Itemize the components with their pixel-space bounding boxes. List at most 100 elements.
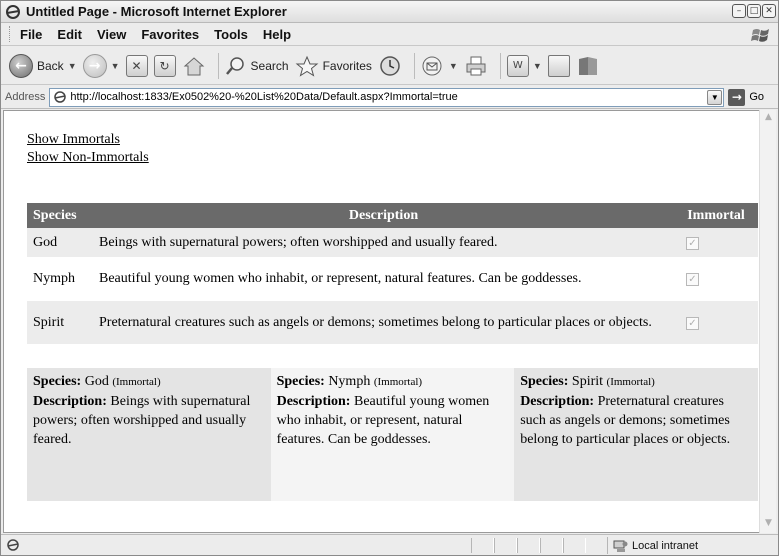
discuss-button[interactable] bbox=[547, 54, 570, 77]
scroll-up-icon[interactable]: ▲ bbox=[762, 112, 775, 125]
refresh-button[interactable]: ↻ bbox=[153, 54, 176, 77]
back-dropdown-icon[interactable]: ▼ bbox=[68, 61, 77, 71]
internet-explorer-icon bbox=[6, 4, 20, 19]
show-immortals-link[interactable]: Show Immortals bbox=[27, 132, 120, 148]
mail-button[interactable]: ▼ bbox=[421, 55, 458, 77]
edit-dropdown-icon[interactable]: ▼ bbox=[533, 61, 542, 71]
zone-label: Local intranet bbox=[632, 539, 699, 552]
refresh-icon: ↻ bbox=[153, 54, 176, 77]
mail-icon bbox=[422, 56, 442, 75]
history-button[interactable] bbox=[378, 54, 402, 78]
forward-dropdown-icon[interactable]: ▼ bbox=[111, 61, 120, 71]
status-pane bbox=[494, 538, 517, 553]
address-label: Address bbox=[5, 91, 46, 103]
print-button[interactable] bbox=[464, 55, 488, 77]
local-intranet-icon bbox=[613, 540, 628, 552]
species-label: Species: bbox=[520, 374, 569, 389]
grid-header-species: Species bbox=[27, 203, 93, 228]
immortal-tag: (Immortal) bbox=[373, 376, 423, 388]
back-arrow-icon: ← bbox=[9, 53, 33, 78]
research-button[interactable] bbox=[576, 55, 600, 77]
browser-window: Untitled Page - Microsoft Internet Explo… bbox=[0, 0, 779, 556]
grid-cell-immortal: ✓ bbox=[674, 301, 758, 344]
description-label: Description: bbox=[276, 394, 351, 409]
status-pane bbox=[471, 538, 494, 553]
immortal-checkbox: ✓ bbox=[686, 316, 699, 330]
immortal-checkbox: ✓ bbox=[686, 236, 699, 250]
table-row: God Beings with supernatural powers; oft… bbox=[27, 228, 758, 257]
toolbar-separator bbox=[499, 52, 501, 79]
description-label: Description: bbox=[520, 394, 595, 409]
stop-button[interactable]: ✕ bbox=[125, 54, 148, 77]
address-url: http://localhost:1833/Ex0502%20-%20List%… bbox=[70, 91, 458, 103]
research-book-icon bbox=[578, 56, 597, 75]
grid-cell-species: Nymph bbox=[27, 257, 93, 301]
address-dropdown-icon[interactable]: ▼ bbox=[707, 89, 723, 105]
close-button[interactable]: ✕ bbox=[762, 4, 776, 18]
address-input[interactable]: http://localhost:1833/Ex0502%20-%20List%… bbox=[49, 87, 725, 107]
menu-favorites[interactable]: Favorites bbox=[141, 27, 199, 42]
standard-toolbar: ← Back ▼ → ▼ ✕ ↻ Search Favorites ▼ W ▼ bbox=[1, 47, 778, 85]
search-icon bbox=[225, 56, 244, 75]
grid-cell-species: God bbox=[27, 228, 93, 257]
status-pane bbox=[517, 538, 540, 553]
toolbar-separator bbox=[413, 52, 415, 79]
scroll-down-icon[interactable]: ▼ bbox=[762, 518, 775, 531]
species-value: God bbox=[84, 374, 109, 389]
menu-view[interactable]: View bbox=[97, 27, 126, 42]
repeater-item: Species: Nymph (Immortal) Description: B… bbox=[270, 368, 515, 501]
back-label: Back bbox=[37, 58, 64, 73]
go-button[interactable]: → Go bbox=[728, 88, 764, 106]
edit-button[interactable]: W ▼ bbox=[506, 54, 542, 77]
species-grid: Species Description Immortal God Beings … bbox=[27, 203, 758, 344]
immortal-tag: (Immortal) bbox=[112, 376, 161, 388]
species-repeater: Species: God (Immortal) Description: Bei… bbox=[27, 368, 758, 501]
go-arrow-icon: → bbox=[728, 88, 746, 106]
print-icon bbox=[466, 56, 486, 75]
search-label: Search bbox=[250, 58, 289, 73]
grid-header-row: Species Description Immortal bbox=[27, 203, 758, 228]
mail-dropdown-icon[interactable]: ▼ bbox=[449, 61, 458, 71]
menu-edit[interactable]: Edit bbox=[57, 27, 82, 42]
menu-file[interactable]: File bbox=[20, 27, 42, 42]
status-bar: Local intranet bbox=[1, 534, 778, 555]
security-zone: Local intranet bbox=[607, 537, 775, 554]
favorites-button[interactable]: Favorites bbox=[295, 55, 372, 77]
menu-tools[interactable]: Tools bbox=[214, 27, 248, 42]
window-title: Untitled Page - Microsoft Internet Explo… bbox=[26, 4, 287, 19]
immortal-checkbox: ✓ bbox=[686, 273, 699, 286]
vertical-scrollbar[interactable]: ▲ ▼ bbox=[759, 110, 776, 533]
species-value: Spirit bbox=[571, 374, 604, 389]
repeater-item: Species: Spirit (Immortal) Description: … bbox=[514, 368, 758, 501]
search-button[interactable]: Search bbox=[225, 55, 289, 77]
home-button[interactable] bbox=[182, 55, 206, 77]
page-status-icon bbox=[7, 539, 19, 551]
back-button[interactable]: ← Back ▼ bbox=[9, 53, 77, 78]
address-bar: Address http://localhost:1833/Ex0502%20-… bbox=[1, 86, 778, 109]
menu-help[interactable]: Help bbox=[263, 27, 291, 42]
history-icon bbox=[380, 55, 400, 76]
status-pane bbox=[563, 538, 586, 553]
table-row: Nymph Beautiful young women who inhabit,… bbox=[27, 257, 758, 301]
stop-icon: ✕ bbox=[125, 54, 148, 77]
forward-button[interactable]: → ▼ bbox=[82, 53, 120, 78]
page-content: Show Immortals Show Non-Immortals Specie… bbox=[3, 110, 760, 533]
grid-cell-description: Beings with supernatural powers; often w… bbox=[93, 228, 674, 257]
table-row: Spirit Preternatural creatures such as a… bbox=[27, 301, 758, 344]
status-pane bbox=[540, 538, 563, 553]
window-controls: – □ ✕ bbox=[732, 4, 776, 18]
species-value: Nymph bbox=[328, 374, 371, 389]
grid-header-immortal: Immortal bbox=[674, 203, 758, 228]
repeater-item: Species: God (Immortal) Description: Bei… bbox=[27, 368, 271, 501]
grid-cell-description: Beautiful young women who inhabit, or re… bbox=[93, 257, 674, 301]
page-icon bbox=[54, 91, 67, 103]
species-label: Species: bbox=[33, 374, 82, 389]
forward-arrow-icon: → bbox=[82, 53, 107, 78]
grid-cell-immortal: ✓ bbox=[674, 257, 758, 301]
grid-cell-description: Preternatural creatures such as angels o… bbox=[93, 301, 674, 344]
minimize-button[interactable]: – bbox=[732, 4, 746, 18]
maximize-button[interactable]: □ bbox=[747, 4, 761, 18]
show-non-immortals-link[interactable]: Show Non-Immortals bbox=[27, 150, 149, 166]
toolbar-separator bbox=[217, 52, 219, 79]
status-panes bbox=[471, 538, 586, 553]
